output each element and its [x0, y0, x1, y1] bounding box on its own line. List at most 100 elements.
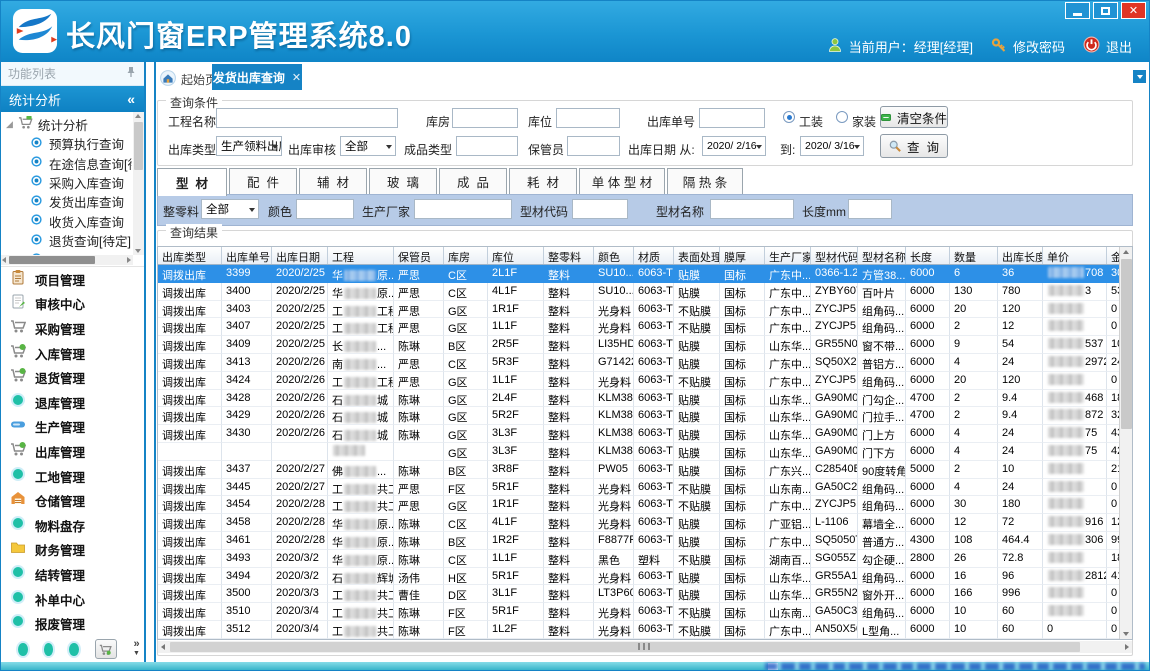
sidebar-item[interactable]: 退库管理	[0, 390, 144, 415]
collapse-icon[interactable]: «	[127, 91, 135, 107]
table-row[interactable]: 调拨出库34942020/3/2石辉城汤伟H区5R1F整料光身料6063-T5贴…	[158, 568, 1133, 586]
overflow-chevron[interactable]: »▼	[133, 640, 140, 658]
table-vertical-scrollbar[interactable]	[1119, 247, 1132, 639]
sidebar-item[interactable]: 补单中心	[0, 587, 144, 612]
material-tab[interactable]: 玻 璃	[369, 168, 437, 194]
table-row[interactable]: G区3L3F整料KLM38176063-T5贴膜国标山东华...GA90M09.…	[158, 443, 1133, 461]
sidebar-item[interactable]: 入库管理	[0, 341, 144, 366]
column-header[interactable]: 长度	[906, 247, 950, 264]
column-header[interactable]: 数量	[950, 247, 998, 264]
table-row[interactable]: 调拨出库34092020/2/25长...陈琳B区2R5F整料LI35HD606…	[158, 336, 1133, 354]
whole-select[interactable]: 全部	[201, 199, 259, 219]
sidebar-item[interactable]: 退货管理	[0, 365, 144, 390]
column-header[interactable]: 颜色	[594, 247, 634, 264]
order-no-input[interactable]	[699, 108, 765, 128]
sidebar-item[interactable]: 生产管理	[0, 415, 144, 440]
column-header[interactable]: 膜厚	[720, 247, 765, 264]
material-tab[interactable]: 型 材	[157, 168, 227, 196]
date-from-select[interactable]: 2020/ 2/16	[702, 136, 766, 156]
tab-home[interactable]: 起始页	[160, 68, 217, 90]
column-header[interactable]: 生产厂家	[765, 247, 811, 264]
table-row[interactable]: 调拨出库34132020/2/26南...严思C区5R3F整料G71422606…	[158, 354, 1133, 372]
table-row[interactable]: 调拨出库34582020/2/28华原...陈琳C区4L1F整料光身料6063-…	[158, 514, 1133, 532]
tree-item[interactable]: 采购入库查询	[2, 173, 132, 192]
expand-icon[interactable]: ◢	[6, 119, 13, 130]
out-type-select[interactable]: 生产领料出库	[216, 136, 282, 156]
sidebar-item[interactable]: 项目管理	[0, 267, 144, 292]
tab-close-icon[interactable]: ✕	[292, 71, 301, 84]
sidebar-item[interactable]: 仓储管理	[0, 488, 144, 513]
material-tab[interactable]: 隔 热 条	[667, 168, 743, 194]
column-header[interactable]: 库位	[488, 247, 544, 264]
warehouse-input[interactable]	[452, 108, 518, 128]
tree-item[interactable]: 收货入库查询	[2, 212, 132, 231]
module-dot-icon[interactable]	[18, 643, 28, 656]
table-row[interactable]: 调拨出库34032020/2/25工工程严思G区1R1F整料光身料6063-T5…	[158, 301, 1133, 319]
sidebar-section-header[interactable]: 统计分析 «	[0, 86, 144, 112]
color-input[interactable]	[296, 199, 354, 219]
column-header[interactable]: 型材名称	[858, 247, 906, 264]
module-dot-icon[interactable]	[69, 643, 79, 656]
keeper-input[interactable]	[567, 136, 620, 156]
sidebar-item[interactable]: 出库管理	[0, 439, 144, 464]
column-header[interactable]: 出库日期	[272, 247, 328, 264]
column-header[interactable]: 材质	[634, 247, 674, 264]
product-type-input[interactable]	[456, 136, 518, 156]
table-row[interactable]: 调拨出库33992020/2/25华原...严思C区2L1F整料SU10...6…	[158, 265, 1133, 283]
tab-overflow-button[interactable]	[1133, 70, 1146, 83]
column-header[interactable]: 保管员	[394, 247, 444, 264]
table-horizontal-scrollbar[interactable]	[158, 641, 1132, 653]
sidebar-item[interactable]: 报废管理	[0, 611, 144, 636]
radio-jiazhuang[interactable]	[836, 111, 848, 123]
material-tab[interactable]: 配 件	[229, 168, 297, 194]
radio-gongzhuang[interactable]	[783, 111, 795, 123]
project-input[interactable]	[216, 108, 398, 128]
date-to-select[interactable]: 2020/ 3/16	[800, 136, 864, 156]
change-password-button[interactable]: 修改密码	[991, 37, 1065, 56]
table-row[interactable]: 调拨出库35102020/3/4工共工程陈琳F区5R1F整料光身料6063-T5…	[158, 603, 1133, 621]
tree-item[interactable]: 退货查询[待定]	[2, 231, 132, 250]
column-header[interactable]: 单价	[1043, 247, 1107, 264]
tree-item[interactable]: 预算执行查询	[2, 134, 132, 153]
table-row[interactable]: 调拨出库35122020/3/4工共工程陈琳F区1L2F整料光身料6063-T5…	[158, 621, 1133, 639]
search-button[interactable]: 查 询	[880, 134, 948, 158]
table-row[interactable]: 调拨出库34372020/2/27佛...陈琳B区3R8F整料PW056063-…	[158, 461, 1133, 479]
tree-root[interactable]: ◢ 统计分析	[2, 114, 132, 134]
clear-conditions-button[interactable]: 清空条件	[880, 106, 948, 128]
column-header[interactable]: 出库单号	[222, 247, 272, 264]
column-header[interactable]: 出库长度	[998, 247, 1043, 264]
table-row[interactable]: 调拨出库35002020/3/3工共工程曹佳D区3L1F整料LT3P606063…	[158, 585, 1133, 603]
cart-module-button[interactable]	[95, 639, 118, 659]
column-header[interactable]: 整零料	[544, 247, 594, 264]
table-row[interactable]: 调拨出库34002020/2/25华原...严思C区4L1F整料SU10...6…	[158, 283, 1133, 301]
table-row[interactable]: 调拨出库34302020/2/26石城陈琳G区3L3F整料KLM38176063…	[158, 425, 1133, 443]
code-input[interactable]	[572, 199, 628, 219]
tree-item[interactable]: 发货出库查询	[2, 192, 132, 211]
table-row[interactable]: 调拨出库34292020/2/26石城陈琳G区5R2F整料KLM38176063…	[158, 407, 1133, 425]
table-row[interactable]: 调拨出库34282020/2/26石城陈琳G区2L4F整料KLM38176063…	[158, 390, 1133, 408]
column-header[interactable]: 表面处理	[674, 247, 720, 264]
manufacturer-input[interactable]	[414, 199, 512, 219]
sidebar-item[interactable]: 审核中心	[0, 292, 144, 317]
maximize-button[interactable]	[1093, 2, 1118, 19]
column-header[interactable]: 出库类型	[158, 247, 222, 264]
table-row[interactable]: 调拨出库34612020/2/28华原...陈琳B区1R2F整料F8877FT6…	[158, 532, 1133, 550]
table-row[interactable]: 调拨出库34542020/2/28工共工程严思G区1R1F整料光身料6063-T…	[158, 496, 1133, 514]
name-input[interactable]	[710, 199, 794, 219]
column-header[interactable]: 库房	[444, 247, 488, 264]
minimize-button[interactable]	[1065, 2, 1090, 19]
sidebar-item[interactable]: 财务管理	[0, 538, 144, 563]
material-tab[interactable]: 耗 材	[509, 168, 577, 194]
column-header[interactable]: 工程	[328, 247, 394, 264]
audit-select[interactable]: 全部	[340, 136, 396, 156]
material-tab[interactable]: 辅 材	[299, 168, 367, 194]
logout-button[interactable]: 退出	[1083, 36, 1132, 56]
table-row[interactable]: 调拨出库34242020/2/26工工程严思G区1L1F整料光身料6063-T5…	[158, 372, 1133, 390]
sidebar-item[interactable]: 采购管理	[0, 316, 144, 341]
sidebar-item[interactable]: 物料盘存	[0, 513, 144, 538]
table-row[interactable]: 调拨出库34452020/2/27工共工程严思F区5R1F整料光身料6063-T…	[158, 479, 1133, 497]
column-header[interactable]: 型材代码	[811, 247, 858, 264]
tree-item[interactable]: 在途信息查询[待	[2, 153, 132, 172]
sidebar-item[interactable]: 工地管理	[0, 464, 144, 489]
material-tab[interactable]: 成 品	[439, 168, 507, 194]
